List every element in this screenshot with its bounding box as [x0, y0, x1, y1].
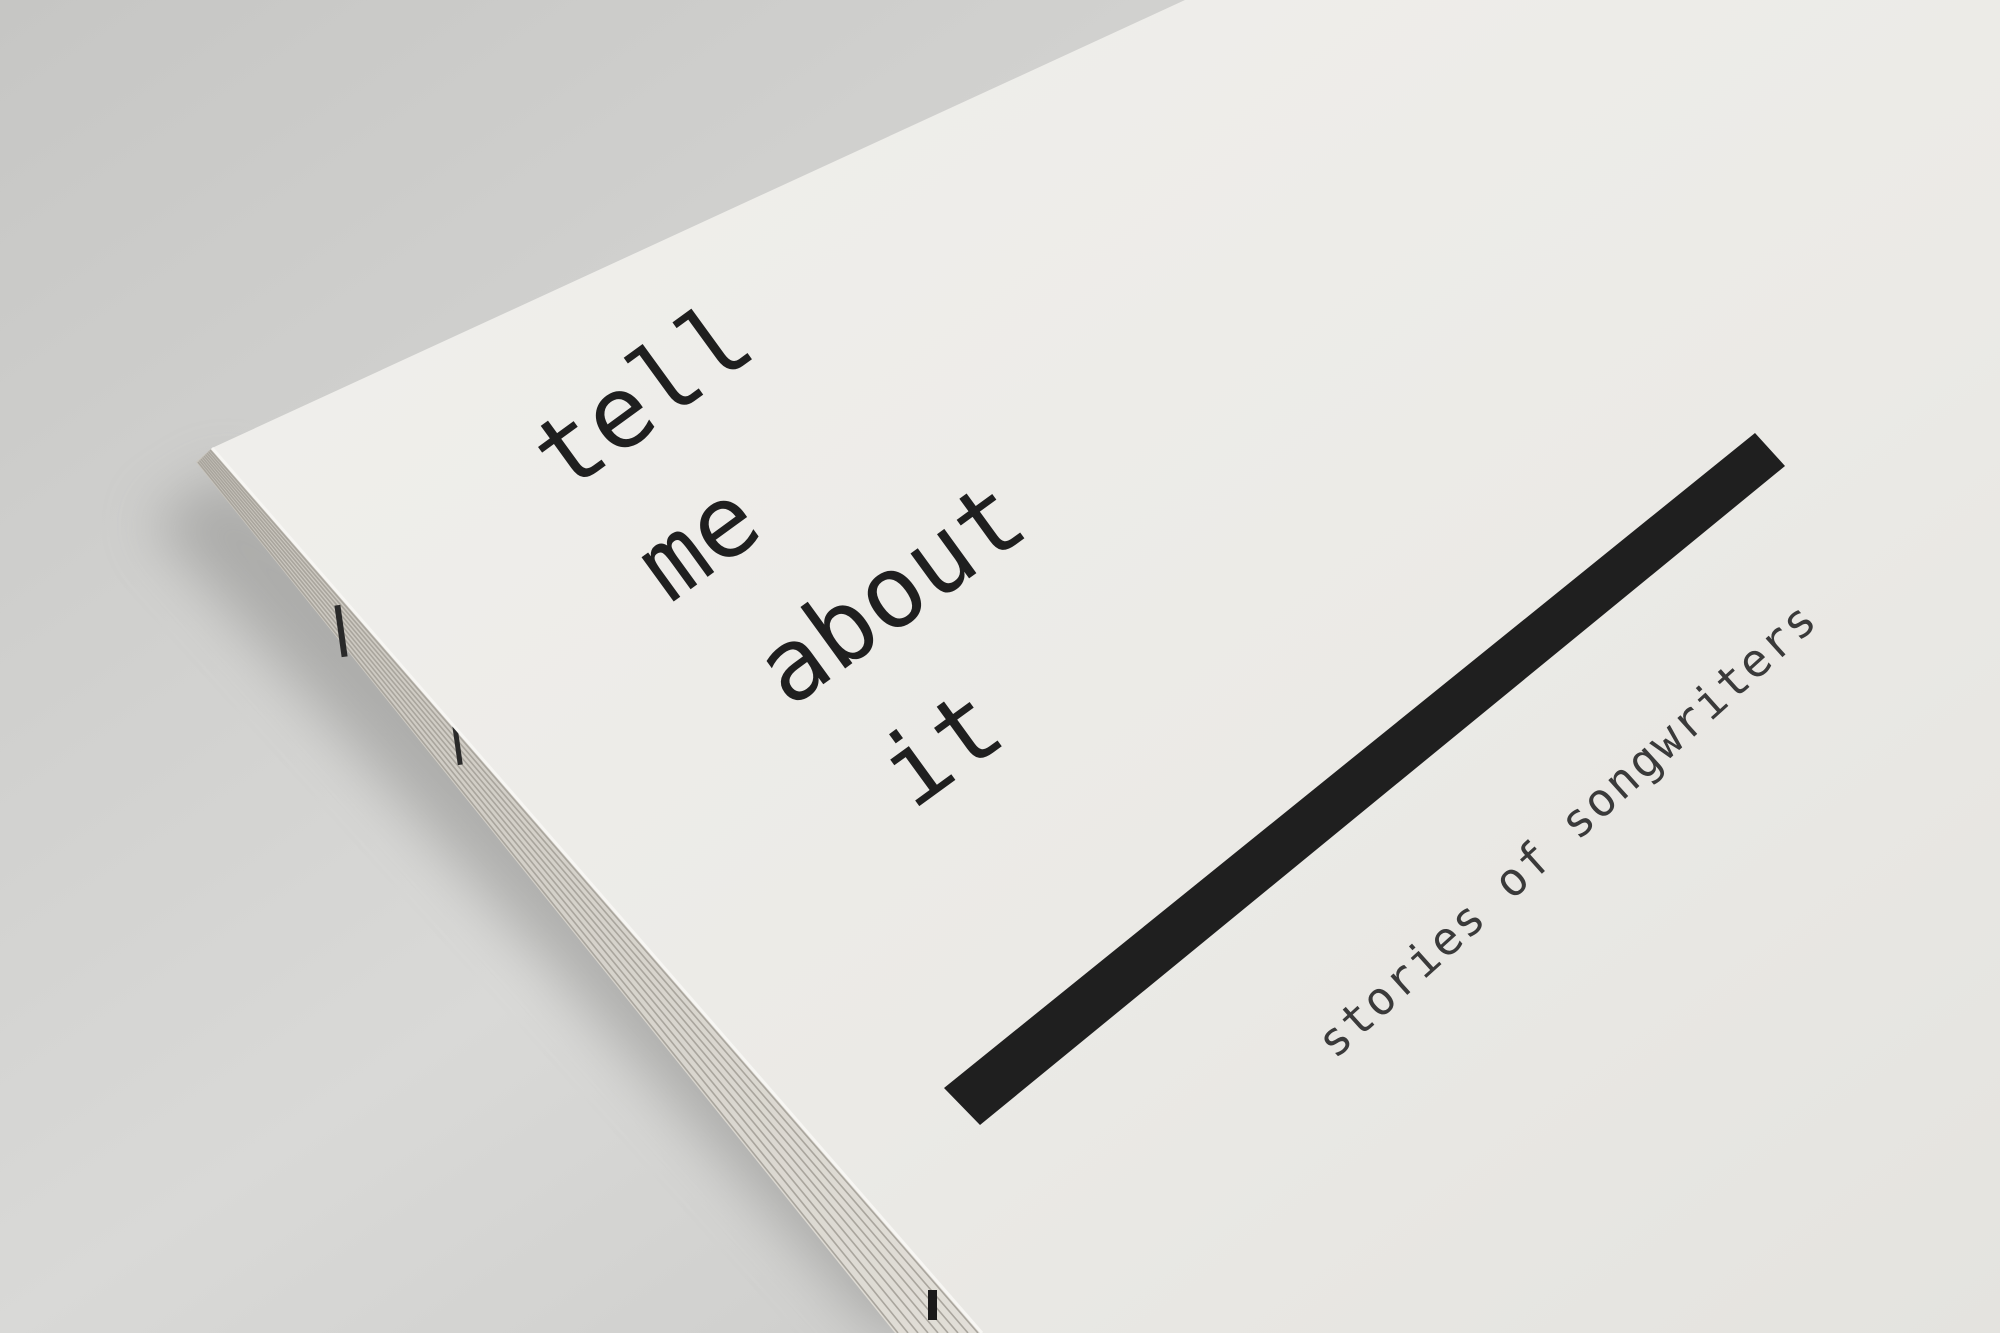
photo-scene: tell me about it stories of songwriters [0, 0, 2000, 1333]
binding-stitch [928, 1290, 937, 1320]
